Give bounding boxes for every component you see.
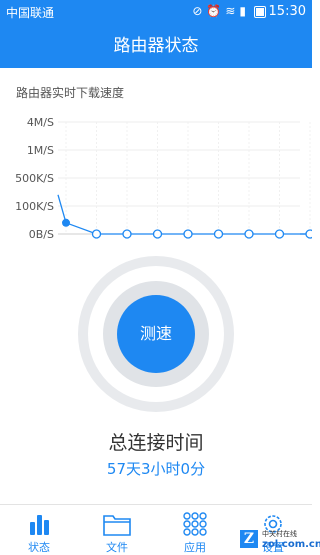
- series-line-lead: [57, 194, 67, 223]
- tab-files-label: 文件: [106, 541, 128, 554]
- download-speed-chart: 4M/S 1M/S 500K/S 100K/S 0B/S: [15, 116, 312, 241]
- y-tick-label: 100K/S: [15, 200, 54, 213]
- zol-logo-icon: Z: [240, 530, 258, 548]
- data-point: [274, 229, 285, 239]
- status-indicator-icons: ⊘⏰≋▮: [192, 4, 250, 18]
- battery-icon: [254, 6, 266, 18]
- chart-title: 路由器实时下载速度: [16, 86, 125, 100]
- status-bar: 中国联通 ⊘⏰≋▮ 15:30: [0, 0, 312, 24]
- data-point: [91, 229, 102, 239]
- y-tick-label: 4M/S: [27, 116, 54, 129]
- data-point: [122, 229, 132, 239]
- tab-apps-label: 应用: [184, 541, 206, 554]
- page-title: 路由器状态: [0, 24, 312, 68]
- data-point: [183, 229, 193, 239]
- watermark-line2: zol.com.cn: [262, 539, 320, 550]
- y-tick-label: 500K/S: [15, 172, 54, 185]
- tab-status[interactable]: 状态: [0, 505, 78, 555]
- data-point: [152, 229, 163, 239]
- data-point: [305, 229, 312, 239]
- total-connection-label: 总连接时间: [108, 432, 204, 454]
- data-point: [244, 229, 254, 239]
- carrier-label: 中国联通: [6, 6, 55, 20]
- y-tick-label: 1M/S: [27, 144, 54, 157]
- tab-apps[interactable]: 应用: [156, 505, 234, 555]
- data-point: [213, 229, 224, 239]
- apps-grid-icon: [183, 512, 207, 536]
- total-connection-value: 57天3小时0分: [106, 460, 206, 478]
- signal-icon: ▮: [239, 4, 250, 18]
- y-tick-label: 0B/S: [29, 228, 54, 241]
- watermark-line1: 中关村在线: [262, 530, 297, 538]
- mute-icon: ⊘: [192, 4, 207, 18]
- clock: 15:30: [268, 4, 306, 19]
- data-point: [62, 218, 70, 227]
- folder-icon: [103, 515, 131, 536]
- zol-watermark: Z 中关村在线 zol.com.cn: [240, 528, 320, 554]
- speed-test-button[interactable]: 测速: [117, 295, 195, 373]
- speed-test-ring: 测速: [78, 256, 234, 412]
- bar-chart-icon: [30, 515, 49, 535]
- tab-status-label: 状态: [28, 541, 50, 554]
- alarm-icon: ⏰: [206, 4, 226, 18]
- wifi-icon: ≋: [225, 4, 240, 18]
- tab-files[interactable]: 文件: [78, 505, 156, 555]
